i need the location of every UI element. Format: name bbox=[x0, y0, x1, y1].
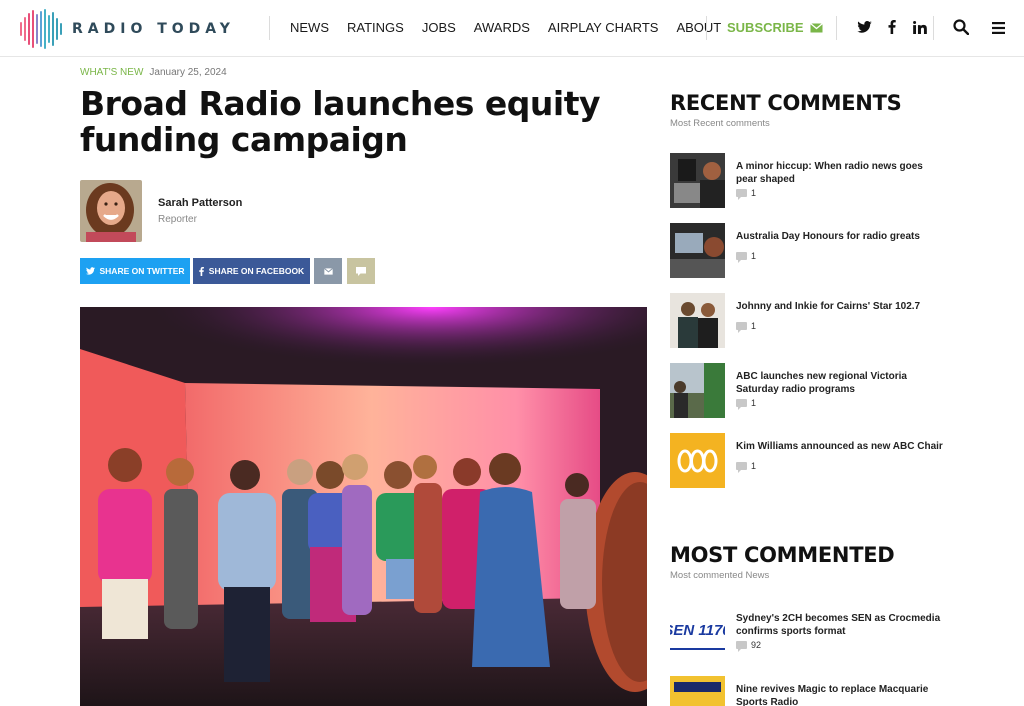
social-links bbox=[856, 18, 928, 36]
comment-count: 1 bbox=[736, 321, 757, 333]
item-headline[interactable]: Australia Day Honours for radio greats bbox=[736, 230, 946, 243]
item-headline[interactable]: Kim Williams announced as new ABC Chair bbox=[736, 440, 946, 453]
comment-icon bbox=[736, 189, 747, 200]
comment-count: 1 bbox=[736, 398, 757, 410]
comment-icon bbox=[736, 641, 747, 652]
thumbnail[interactable] bbox=[670, 293, 725, 348]
nav-awards[interactable]: AWARDS bbox=[474, 20, 530, 35]
comment-count: 1 bbox=[736, 251, 757, 263]
comment-count: 92 bbox=[736, 640, 762, 652]
nav-about[interactable]: ABOUT bbox=[676, 20, 721, 35]
item-headline[interactable]: Johnny and Inkie for Cairns' Star 102.7 bbox=[736, 300, 946, 313]
site-header: RADIO TODAY NEWS RATINGS JOBS AWARDS AIR… bbox=[0, 0, 1024, 57]
share-facebook-button[interactable]: SHARE ON FACEBOOK bbox=[193, 258, 310, 284]
thumbnail[interactable] bbox=[670, 153, 725, 208]
list-item[interactable]: ABC launches new regional Victoria Satur… bbox=[670, 363, 945, 418]
facebook-icon[interactable] bbox=[884, 18, 900, 36]
hero-image bbox=[80, 307, 647, 706]
logo-mark bbox=[20, 9, 62, 49]
item-headline[interactable]: Nine revives Magic to replace Macquarie … bbox=[736, 683, 946, 706]
thumbnail[interactable] bbox=[670, 363, 725, 418]
header-divider bbox=[706, 16, 707, 40]
most-commented-title: MOST COMMENTED bbox=[670, 543, 895, 567]
recent-comments-subtitle: Most Recent comments bbox=[670, 118, 770, 129]
list-item[interactable]: Nine revives Magic to replace Macquarie … bbox=[670, 676, 945, 706]
author-avatar[interactable] bbox=[80, 180, 142, 242]
list-item[interactable]: SEN 1170 Sydney's 2CH becomes SEN as Cro… bbox=[670, 605, 945, 660]
menu-icon[interactable] bbox=[992, 21, 1006, 35]
author-name[interactable]: Sarah Patterson bbox=[158, 197, 242, 209]
thumbnail[interactable] bbox=[670, 676, 725, 706]
item-headline[interactable]: ABC launches new regional Victoria Satur… bbox=[736, 370, 946, 396]
search-icon[interactable] bbox=[953, 19, 971, 37]
envelope-icon bbox=[809, 22, 823, 32]
author-role: Reporter bbox=[158, 214, 197, 225]
nav-ratings[interactable]: RATINGS bbox=[347, 20, 404, 35]
comment-count-value: 1 bbox=[751, 321, 757, 331]
comment-count-value: 1 bbox=[751, 398, 757, 408]
comment-icon bbox=[736, 462, 747, 473]
list-item[interactable]: A minor hiccup: When radio news goes pea… bbox=[670, 153, 945, 208]
nav-airplay-charts[interactable]: AIRPLAY CHARTS bbox=[548, 20, 659, 35]
share-email-button[interactable] bbox=[314, 258, 342, 284]
comment-count-value: 1 bbox=[751, 188, 757, 198]
comment-count: 1 bbox=[736, 461, 757, 473]
comment-count-value: 1 bbox=[751, 251, 757, 261]
share-twitter-label: SHARE ON TWITTER bbox=[99, 266, 185, 276]
list-item[interactable]: Australia Day Honours for radio greats 1 bbox=[670, 223, 945, 278]
logo-text: RADIO TODAY bbox=[72, 21, 235, 37]
header-divider bbox=[933, 16, 934, 40]
nav-news[interactable]: NEWS bbox=[290, 20, 329, 35]
list-item[interactable]: Kim Williams announced as new ABC Chair … bbox=[670, 433, 945, 488]
twitter-icon[interactable] bbox=[856, 18, 872, 36]
recent-comments-title: RECENT COMMENTS bbox=[670, 91, 902, 115]
share-twitter-button[interactable]: SHARE ON TWITTER bbox=[80, 258, 190, 284]
linkedin-icon[interactable] bbox=[912, 18, 928, 36]
nav-jobs[interactable]: JOBS bbox=[422, 20, 456, 35]
header-divider bbox=[836, 16, 837, 40]
most-commented-subtitle: Most commented News bbox=[670, 570, 770, 581]
article-category[interactable]: WHAT'S NEW bbox=[80, 67, 143, 78]
article-date: January 25, 2024 bbox=[149, 67, 227, 78]
item-headline[interactable]: A minor hiccup: When radio news goes pea… bbox=[736, 160, 946, 186]
thumb-logo-text: SEN 1170 bbox=[670, 622, 725, 639]
twitter-icon bbox=[85, 267, 95, 275]
main-nav: NEWS RATINGS JOBS AWARDS AIRPLAY CHARTS … bbox=[290, 20, 721, 35]
thumbnail[interactable] bbox=[670, 223, 725, 278]
comment-count-value: 92 bbox=[751, 640, 762, 650]
comment-count: 1 bbox=[736, 188, 757, 200]
item-headline[interactable]: Sydney's 2CH becomes SEN as Crocmedia co… bbox=[736, 612, 946, 638]
comment-icon bbox=[736, 322, 747, 333]
list-item[interactable]: Johnny and Inkie for Cairns' Star 102.7 … bbox=[670, 293, 945, 348]
article-meta: WHAT'S NEW January 25, 2024 bbox=[80, 67, 227, 78]
comment-icon bbox=[356, 266, 366, 276]
facebook-icon bbox=[199, 266, 204, 276]
subscribe-label: SUBSCRIBE bbox=[727, 20, 804, 35]
comment-icon bbox=[736, 399, 747, 410]
comment-button[interactable] bbox=[347, 258, 375, 284]
share-facebook-label: SHARE ON FACEBOOK bbox=[208, 266, 305, 276]
subscribe-link[interactable]: SUBSCRIBE bbox=[727, 20, 823, 35]
article-title: Broad Radio launches equity funding camp… bbox=[80, 84, 600, 159]
abc-logo-icon bbox=[670, 433, 725, 488]
comment-count-value: 1 bbox=[751, 461, 757, 471]
envelope-icon bbox=[323, 267, 333, 275]
thumbnail[interactable]: SEN 1170 bbox=[670, 605, 725, 660]
site-logo[interactable]: RADIO TODAY bbox=[20, 9, 235, 49]
header-divider bbox=[269, 16, 270, 40]
thumbnail[interactable] bbox=[670, 433, 725, 488]
comment-icon bbox=[736, 252, 747, 263]
